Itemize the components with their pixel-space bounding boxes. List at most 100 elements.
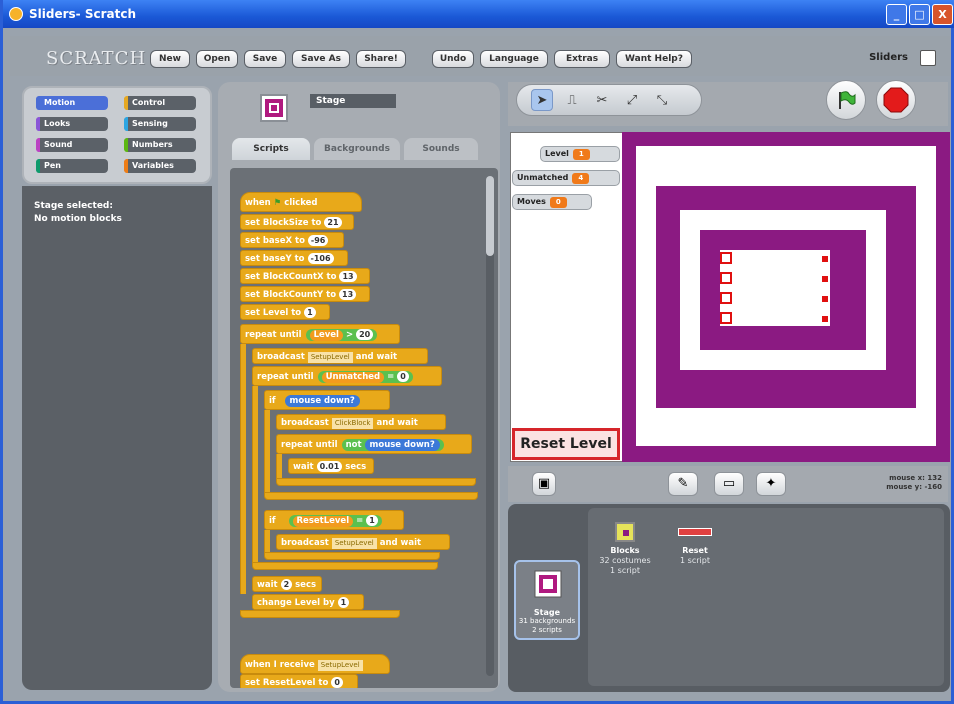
set-blockcountx-block[interactable]: set BlockCountX to 13 (240, 268, 370, 284)
tab-sounds[interactable]: Sounds (404, 138, 478, 160)
change-level-block[interactable]: change Level by 1 (252, 594, 364, 610)
set-resetlevel-block[interactable]: set ResetLevel to 0 (240, 674, 358, 688)
want-help-button[interactable]: Want Help? (616, 50, 692, 68)
delete-scissors-icon[interactable]: ✂ (591, 89, 613, 111)
level-monitor[interactable]: Level 1 (540, 146, 620, 162)
surprise-sprite-button[interactable]: ✦ (756, 472, 786, 496)
maximize-button[interactable]: □ (909, 4, 930, 25)
extras-button[interactable]: Extras (554, 50, 610, 68)
category-pen[interactable]: Pen (36, 159, 108, 173)
stage-thumbnail-cell[interactable]: Stage 31 backgrounds 2 scripts (514, 560, 580, 640)
set-level-block[interactable]: set Level to 1 (240, 304, 330, 320)
value-input[interactable]: 1 (304, 307, 316, 318)
open-button[interactable]: Open (196, 50, 238, 68)
level-condition[interactable]: Level >20 (305, 329, 378, 341)
tab-scripts[interactable]: Scripts (232, 138, 310, 160)
sprite-reset[interactable]: Reset 1 script (660, 522, 730, 566)
not-condition[interactable]: not mouse down? (341, 439, 444, 451)
minimize-button[interactable]: _ (886, 4, 907, 25)
arrow-tool-icon[interactable]: ➤ (531, 89, 553, 111)
unmatched-monitor[interactable]: Unmatched 4 (512, 170, 620, 186)
value-input[interactable]: 0.01 (316, 461, 343, 472)
board-center (720, 250, 830, 326)
wait-2-secs-block[interactable]: wait 2 secs (252, 576, 322, 592)
scripts-area[interactable]: when ⚑ clicked set BlockSize to 21 set ba… (230, 168, 498, 688)
value-input[interactable]: -106 (307, 253, 334, 264)
save-as-button[interactable]: Save As (292, 50, 350, 68)
category-numbers[interactable]: Numbers (124, 138, 196, 152)
unmatched-condition[interactable]: Unmatched = 0 (317, 371, 413, 383)
slider-block[interactable] (720, 292, 732, 304)
slider-block[interactable] (720, 312, 732, 324)
repeat-until-not-block[interactable]: repeat until not mouse down? (276, 434, 472, 454)
slider-block[interactable] (720, 272, 732, 284)
presentation-mode-button[interactable] (920, 50, 936, 66)
value-input[interactable]: 21 (324, 217, 342, 228)
repeat-until-level-block[interactable]: repeat until Level >20 (240, 324, 400, 344)
value-input[interactable]: 1 (366, 515, 378, 526)
sprite-blocks[interactable]: Blocks 32 costumes 1 script (590, 522, 660, 576)
broadcast-dropdown[interactable]: ClickBlock (331, 418, 374, 429)
scripts-scrollbar[interactable] (486, 176, 494, 676)
category-looks[interactable]: Looks (36, 117, 108, 131)
broadcast-clickblock-block[interactable]: broadcast ClickBlock and wait (276, 414, 446, 430)
repeat-until-unmatched-block[interactable]: repeat until Unmatched = 0 (252, 366, 442, 386)
category-motion[interactable]: Motion (36, 96, 108, 110)
stop-button[interactable] (876, 80, 916, 120)
category-sensing[interactable]: Sensing (124, 117, 196, 131)
reset-level-button[interactable]: Reset Level (512, 428, 620, 460)
wait-secs-block[interactable]: wait 0.01 secs (288, 458, 374, 474)
moves-monitor[interactable]: Moves 0 (512, 194, 592, 210)
tab-backgrounds[interactable]: Backgrounds (314, 138, 400, 160)
value-input[interactable]: 0 (331, 677, 343, 688)
value-input[interactable]: 2 (280, 579, 293, 590)
block-label: broadcast (281, 538, 329, 548)
new-button[interactable]: New (150, 50, 190, 68)
when-flag-clicked-block[interactable]: when ⚑ clicked (240, 192, 362, 212)
category-sound[interactable]: Sound (36, 138, 108, 152)
broadcast-setuplevel-block-2[interactable]: broadcast SetupLevel and wait (276, 534, 450, 550)
broadcast-dropdown[interactable]: SetupLevel (331, 538, 377, 549)
choose-sprite-file-button[interactable]: ▭ (714, 472, 744, 496)
when-i-receive-block[interactable]: when I receive SetupLevel (240, 654, 390, 674)
set-basex-block[interactable]: set baseX to -96 (240, 232, 344, 248)
paint-new-sprite-button[interactable]: ✎ (668, 472, 698, 496)
resetlevel-condition[interactable]: ResetLevel = 1 (288, 515, 382, 527)
receive-dropdown[interactable]: SetupLevel (317, 660, 363, 671)
if-resetlevel-block[interactable]: if ResetLevel = 1 (264, 510, 404, 530)
category-control[interactable]: Control (124, 96, 196, 110)
broadcast-dropdown[interactable]: SetupLevel (307, 352, 353, 363)
category-variables[interactable]: Variables (124, 159, 196, 173)
slider-block[interactable] (720, 252, 732, 264)
share-button[interactable]: Share! (356, 50, 406, 68)
shrink-icon[interactable]: ⤡ (651, 89, 673, 111)
broadcast-setuplevel-block[interactable]: broadcast SetupLevel and wait (252, 348, 428, 364)
if-mouse-down-block[interactable]: if mouse down? (264, 390, 390, 410)
value-input[interactable]: 13 (339, 271, 357, 282)
undo-button[interactable]: Undo (432, 50, 474, 68)
scrollbar-thumb[interactable] (486, 176, 494, 256)
green-flag-button[interactable] (826, 80, 866, 120)
duplicate-stamp-icon[interactable]: ⎍ (561, 89, 583, 111)
language-button[interactable]: Language (480, 50, 548, 68)
paintbrush-star-icon: ✎ (677, 476, 689, 491)
block-label: wait (257, 580, 278, 590)
close-button[interactable]: X (932, 4, 953, 25)
presentation-small-button[interactable]: ▣ (532, 472, 556, 496)
mouse-down-reporter[interactable]: mouse down? (284, 395, 360, 407)
sprite-name-field[interactable]: Stage (310, 94, 396, 108)
set-basey-block[interactable]: set baseY to -106 (240, 250, 348, 266)
set-blocksize-block[interactable]: set BlockSize to 21 (240, 214, 354, 230)
save-button[interactable]: Save (244, 50, 286, 68)
value-input[interactable]: -96 (307, 235, 329, 246)
set-blockcounty-block[interactable]: set BlockCountY to 13 (240, 286, 370, 302)
value-input[interactable]: 20 (356, 329, 374, 340)
target-marker (822, 276, 828, 282)
mouse-down-reporter[interactable]: mouse down? (364, 439, 440, 451)
block-label: if (269, 516, 276, 526)
block-label: set BlockSize to (245, 218, 322, 228)
grow-icon[interactable]: ⤢ (621, 89, 643, 111)
value-input[interactable]: 1 (337, 597, 350, 608)
value-input[interactable]: 0 (397, 371, 409, 382)
value-input[interactable]: 13 (339, 289, 357, 300)
